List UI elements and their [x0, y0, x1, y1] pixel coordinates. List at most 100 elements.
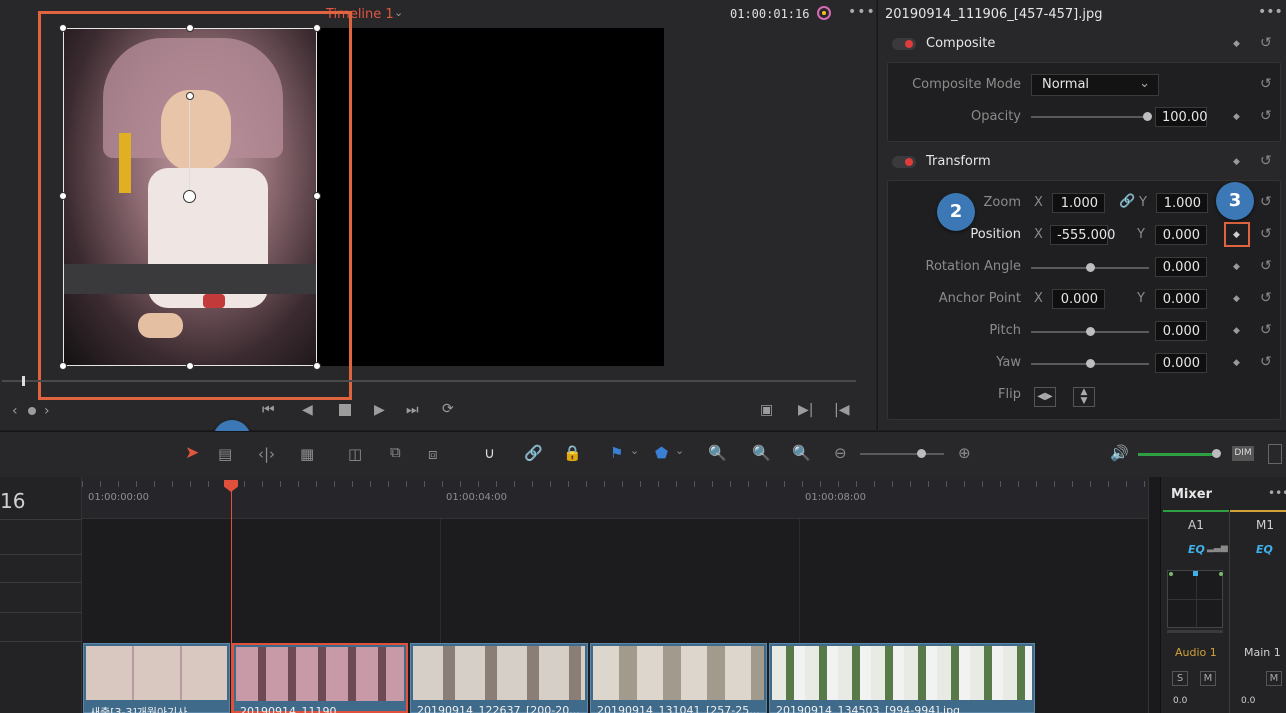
pan-control[interactable] [1167, 570, 1224, 629]
reset-icon[interactable]: ↺ [1260, 354, 1272, 370]
dot-icon[interactable] [28, 407, 36, 415]
rotation-slider-knob[interactable] [1086, 263, 1095, 272]
opacity-slider[interactable] [1031, 116, 1149, 118]
snapping-icon[interactable]: ∪ [484, 444, 495, 462]
chevron-down-icon[interactable]: ⌄ [675, 444, 684, 457]
chevron-down-icon[interactable]: ⌄ [394, 6, 403, 19]
zoom-full-icon[interactable]: 🔍 [708, 444, 727, 462]
composite-mode-dropdown[interactable]: Normal ⌄ [1031, 74, 1159, 96]
reset-icon[interactable]: ↺ [1260, 322, 1272, 338]
overwrite-clip-icon[interactable]: ⧉ [390, 443, 401, 461]
zoom-x-field[interactable]: 1.000 [1052, 193, 1105, 213]
anchor-x-field[interactable]: 0.000 [1052, 289, 1105, 309]
speaker-icon[interactable]: 🔊 [1110, 444, 1129, 462]
dynamic-trim-icon[interactable]: ‹|› [258, 445, 275, 463]
position-keyframe-icon[interactable]: ◆ [1233, 230, 1240, 240]
color-wheel-icon[interactable] [815, 4, 833, 22]
timeline-clip[interactable]: 20190914_131041_[257-25... [590, 643, 767, 713]
zoom-detail-icon[interactable]: 🔍 [752, 444, 771, 462]
stop-icon[interactable] [339, 404, 351, 416]
reset-icon[interactable]: ↺ [1260, 108, 1272, 124]
eq-button[interactable]: EQ [1188, 543, 1205, 556]
timeline-clip[interactable]: 20190914_134503_[994-994].jpg [769, 643, 1035, 713]
pitch-slider-knob[interactable] [1086, 327, 1095, 336]
rotation-angle-field[interactable]: 0.000 [1155, 257, 1207, 277]
more-options-icon[interactable]: ••• [1258, 4, 1283, 20]
reset-icon[interactable]: ↺ [1260, 76, 1272, 92]
mute-button[interactable]: M [1266, 671, 1282, 686]
reset-icon[interactable]: ↺ [1260, 153, 1272, 169]
position-x-field[interactable]: -555.000 [1050, 225, 1115, 245]
keyframe-icon[interactable]: ◆ [1233, 326, 1240, 336]
zoom-slider-knob[interactable] [917, 449, 926, 458]
keyframe-icon[interactable]: ◆ [1233, 358, 1240, 368]
match-frame-icon[interactable]: ▣ [760, 402, 773, 418]
replace-clip-icon[interactable]: ⧈ [428, 445, 438, 463]
link-icon[interactable]: 🔗 [524, 444, 543, 462]
playhead-line[interactable] [231, 484, 232, 713]
blade-edit-icon[interactable]: ▦ [300, 445, 314, 463]
trim-edit-icon[interactable]: ▤ [218, 445, 232, 463]
reset-icon[interactable]: ↺ [1260, 194, 1272, 210]
keyframe-icon[interactable]: ◆ [1233, 294, 1240, 304]
mute-button[interactable]: M [1200, 671, 1216, 686]
reset-icon[interactable]: ↺ [1260, 258, 1272, 274]
keyframe-icon[interactable]: ◆ [1233, 157, 1240, 167]
position-y-field[interactable]: 0.000 [1155, 225, 1207, 245]
volume-slider[interactable] [1138, 453, 1216, 456]
yaw-field[interactable]: 0.000 [1155, 353, 1207, 373]
scrubber-playhead[interactable] [22, 376, 25, 386]
transform-toggle[interactable] [892, 156, 916, 168]
dim-button[interactable]: DIM [1232, 446, 1254, 461]
timeline-clip-selected[interactable]: 20190914_11190... [232, 643, 408, 713]
composite-section-title[interactable]: Composite [926, 36, 995, 51]
volume-slider-knob[interactable] [1212, 449, 1221, 458]
chevron-right-icon[interactable]: › [44, 403, 50, 419]
play-reverse-icon[interactable]: ◀ [302, 402, 313, 418]
meter-icon[interactable] [1268, 444, 1282, 464]
eq-button[interactable]: EQ [1256, 543, 1273, 556]
zoom-in-icon[interactable]: ⊕ [958, 444, 971, 462]
annotation-badge-3: 3 [1216, 182, 1254, 220]
composite-toggle[interactable] [892, 38, 916, 50]
solo-button[interactable]: S [1172, 671, 1188, 686]
zoom-y-field[interactable]: 1.000 [1156, 193, 1208, 213]
zoom-out-icon[interactable]: ⊖ [834, 444, 847, 462]
timeline-clip[interactable]: 20190914_122637_[200-20... [410, 643, 588, 713]
go-to-start-icon[interactable]: ⏮ [262, 402, 275, 418]
selection-arrow-icon[interactable]: ➤ [185, 443, 199, 463]
more-options-icon[interactable]: ••• [1268, 486, 1286, 500]
flip-horizontal-button[interactable]: ◀▶ [1034, 387, 1056, 407]
loop-icon[interactable]: ⟳ [442, 401, 454, 417]
timeline-clip[interactable]: 새출[3-3]개월아기사... [83, 643, 230, 713]
insert-clip-icon[interactable]: ◫ [348, 445, 362, 463]
reset-icon[interactable]: ↺ [1260, 35, 1272, 51]
chevron-left-icon[interactable]: ‹ [12, 403, 18, 419]
lock-icon[interactable]: 🔒 [563, 444, 582, 462]
timeline-scrollbar[interactable] [1148, 477, 1160, 713]
zoom-slider[interactable] [860, 453, 944, 455]
reset-icon[interactable]: ↺ [1260, 226, 1272, 242]
next-edit-icon[interactable]: ▶| [798, 402, 813, 418]
chevron-down-icon[interactable]: ⌄ [630, 444, 639, 457]
reset-icon[interactable]: ↺ [1260, 290, 1272, 306]
pitch-field[interactable]: 0.000 [1155, 321, 1207, 341]
zoom-custom-icon[interactable]: 🔍 [792, 444, 811, 462]
anchor-y-field[interactable]: 0.000 [1155, 289, 1207, 309]
opacity-field[interactable]: 100.00 [1155, 107, 1208, 127]
keyframe-icon[interactable]: ◆ [1233, 262, 1240, 272]
more-options-icon[interactable]: ••• [848, 4, 876, 20]
flip-vertical-button[interactable]: ▲ ▼ [1073, 387, 1095, 407]
viewer-scrubber[interactable] [2, 380, 856, 382]
flag-icon[interactable]: ⚑ [610, 444, 623, 462]
transform-section-title[interactable]: Transform [926, 154, 991, 169]
keyframe-icon[interactable]: ◆ [1233, 39, 1240, 49]
go-to-end-icon[interactable]: ⏭ [406, 402, 419, 418]
yaw-slider-knob[interactable] [1086, 359, 1095, 368]
marker-icon[interactable]: ⬟ [655, 444, 668, 462]
keyframe-icon[interactable]: ◆ [1233, 112, 1240, 122]
previous-edit-icon[interactable]: |◀ [834, 402, 849, 418]
opacity-slider-knob[interactable] [1143, 112, 1152, 121]
link-icon[interactable]: 🔗 [1119, 194, 1135, 209]
play-icon[interactable]: ▶ [374, 402, 385, 418]
